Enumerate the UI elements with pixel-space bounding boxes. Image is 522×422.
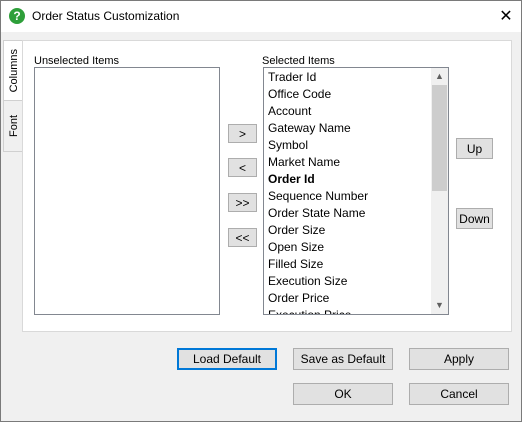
list-item[interactable]: Trader Id bbox=[268, 69, 316, 86]
tab-columns[interactable]: Columns bbox=[3, 40, 23, 102]
load-default-button[interactable]: Load Default bbox=[177, 348, 277, 370]
list-item[interactable]: Account bbox=[268, 103, 311, 120]
list-item[interactable]: Order Size bbox=[268, 222, 325, 239]
list-item[interactable]: Execution Size bbox=[268, 273, 347, 290]
selected-items-list[interactable]: Trader Id Office Code Account Gateway Name S… bbox=[263, 67, 449, 315]
tab-font-label: Font bbox=[7, 114, 20, 137]
selected-items-label: Selected Items bbox=[262, 55, 335, 67]
save-as-default-button[interactable]: Save as Default bbox=[293, 348, 393, 370]
list-item[interactable]: Open Size bbox=[268, 239, 324, 256]
move-all-right-button[interactable]: >> bbox=[228, 193, 257, 212]
dialog-window: ? Order Status Customization ✕ Columns F… bbox=[0, 0, 522, 422]
window-title: Order Status Customization bbox=[32, 9, 180, 23]
apply-button[interactable]: Apply bbox=[409, 348, 509, 370]
close-icon[interactable]: ✕ bbox=[491, 1, 521, 32]
selected-list-scrollbar[interactable]: ▲ ▼ bbox=[431, 68, 448, 314]
list-item[interactable]: Execution Price bbox=[268, 307, 351, 314]
down-button[interactable]: Down bbox=[456, 208, 493, 229]
move-left-button[interactable]: < bbox=[228, 158, 257, 177]
help-question-icon: ? bbox=[9, 8, 25, 24]
tab-columns-label: Columns bbox=[7, 49, 20, 93]
scroll-up-icon[interactable]: ▲ bbox=[431, 68, 448, 85]
scroll-thumb[interactable] bbox=[432, 85, 447, 191]
list-item[interactable]: Symbol bbox=[268, 137, 308, 154]
columns-panel: Unselected Items Selected Items Trader I… bbox=[22, 40, 512, 332]
scroll-down-icon[interactable]: ▼ bbox=[431, 297, 448, 314]
list-item[interactable]: Market Name bbox=[268, 154, 340, 171]
list-item[interactable]: Gateway Name bbox=[268, 120, 351, 137]
cancel-button[interactable]: Cancel bbox=[409, 383, 509, 405]
list-item[interactable]: Order State Name bbox=[268, 205, 365, 222]
list-item[interactable]: Order Price bbox=[268, 290, 329, 307]
list-item[interactable]: Office Code bbox=[268, 86, 331, 103]
list-item[interactable]: Filled Size bbox=[268, 256, 323, 273]
unselected-items-label: Unselected Items bbox=[34, 55, 119, 67]
move-all-left-button[interactable]: << bbox=[228, 228, 257, 247]
title-bar: ? Order Status Customization ✕ bbox=[1, 1, 521, 32]
list-item[interactable]: Order Id bbox=[268, 171, 315, 188]
ok-button[interactable]: OK bbox=[293, 383, 393, 405]
move-right-button[interactable]: > bbox=[228, 124, 257, 143]
up-button[interactable]: Up bbox=[456, 138, 493, 159]
unselected-items-list[interactable] bbox=[34, 67, 220, 315]
tab-font[interactable]: Font bbox=[3, 100, 23, 152]
list-item[interactable]: Sequence Number bbox=[268, 188, 368, 205]
